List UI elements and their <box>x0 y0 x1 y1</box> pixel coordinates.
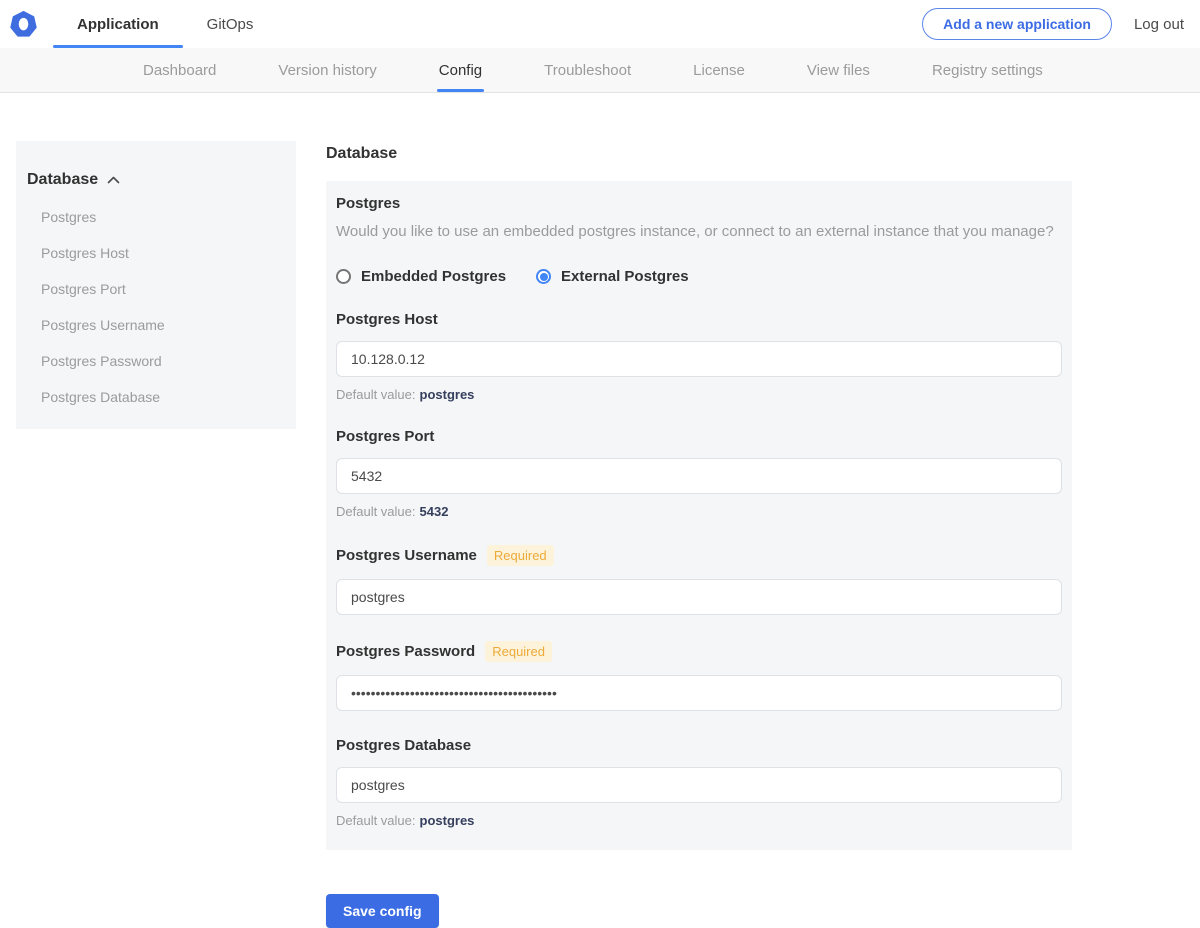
config-group-title: Postgres <box>336 195 401 212</box>
chevron-up-icon <box>107 176 120 184</box>
postgres-port-default: Default value: 5432 <box>336 504 1062 519</box>
field-postgres-host: Postgres Host Default value:postgres <box>336 311 1062 402</box>
default-value: postgres <box>419 813 475 829</box>
field-postgres-port: Postgres Port Default value:5432 <box>336 428 1062 519</box>
sidebar-group-database[interactable]: Database <box>26 171 286 189</box>
radio-external-postgres[interactable]: External Postgres <box>536 268 689 285</box>
postgres-port-input[interactable] <box>336 458 1062 495</box>
subnav-license[interactable]: License <box>693 48 745 92</box>
subnav-dashboard[interactable]: Dashboard <box>143 48 216 92</box>
radio-external-postgres-circle[interactable] <box>536 269 552 285</box>
save-config-button[interactable]: Save config <box>326 894 439 928</box>
postgres-database-input[interactable] <box>336 767 1062 804</box>
subnav-version-history[interactable]: Version history <box>278 48 376 92</box>
field-postgres-database-label: Postgres Database <box>336 737 472 755</box>
config-main: Database Postgres Would you like to use … <box>326 141 1072 928</box>
default-label: Default value: <box>336 387 416 403</box>
sidebar-group-label: Database <box>27 171 99 188</box>
field-postgres-port-label: Postgres Port <box>336 428 435 446</box>
sidebar-item-postgres-database[interactable]: Postgres Database <box>26 389 286 405</box>
config-group-help: Would you like to use an embedded postgr… <box>336 223 1054 240</box>
radio-embedded-postgres[interactable]: Embedded Postgres <box>336 268 506 285</box>
config-page: Database Postgres Postgres Host Postgres… <box>0 93 1200 928</box>
page-title: Database <box>326 145 398 162</box>
required-badge: Required <box>485 641 552 663</box>
default-label: Default value: <box>336 504 416 520</box>
postgres-host-input[interactable] <box>336 341 1062 378</box>
default-value: 5432 <box>419 504 449 520</box>
postgres-host-default: Default value: postgres <box>336 387 1062 402</box>
subnav-config[interactable]: Config <box>436 48 485 92</box>
field-postgres-port-label-row: Postgres Port <box>336 428 1062 445</box>
field-postgres-username-label-row: Postgres Username Required <box>336 545 1062 567</box>
top-tabs: Application GitOps <box>53 0 277 48</box>
required-badge: Required <box>486 545 554 567</box>
default-value: postgres <box>419 387 475 403</box>
field-postgres-password-label: Postgres Password <box>336 643 476 661</box>
postgres-mode-radio-group: Embedded Postgres External Postgres <box>336 268 1062 285</box>
logout-link[interactable]: Log out <box>1134 16 1184 33</box>
field-postgres-username: Postgres Username Required <box>336 545 1062 616</box>
kots-logo-icon <box>10 10 37 37</box>
radio-external-postgres-label: External Postgres <box>561 268 689 286</box>
tab-application-label: Application <box>77 15 159 33</box>
tab-application[interactable]: Application <box>53 0 183 48</box>
tab-gitops[interactable]: GitOps <box>183 0 278 48</box>
field-postgres-host-label-row: Postgres Host <box>336 311 1062 328</box>
field-postgres-host-label: Postgres Host <box>336 311 438 329</box>
postgres-password-input[interactable] <box>336 675 1062 712</box>
subnav-troubleshoot[interactable]: Troubleshoot <box>544 48 631 92</box>
subnav-registry-settings[interactable]: Registry settings <box>932 48 1043 92</box>
config-group-panel: Postgres Would you like to use an embedd… <box>326 181 1072 851</box>
postgres-database-default: Default value: postgres <box>336 813 1062 828</box>
add-application-button[interactable]: Add a new application <box>922 8 1112 40</box>
top-bar: Application GitOps Add a new application… <box>0 0 1200 48</box>
sidebar-item-postgres-password[interactable]: Postgres Password <box>26 353 286 369</box>
tab-gitops-label: GitOps <box>206 15 254 33</box>
topbar-right: Add a new application Log out <box>922 0 1184 48</box>
default-label: Default value: <box>336 813 416 829</box>
subnav-view-files[interactable]: View files <box>807 48 870 92</box>
app-subnav: Dashboard Version history Config Trouble… <box>0 48 1200 93</box>
sidebar-item-postgres-username[interactable]: Postgres Username <box>26 317 286 333</box>
field-postgres-password: Postgres Password Required <box>336 641 1062 712</box>
app-logo[interactable] <box>10 0 37 48</box>
config-sidebar: Database Postgres Postgres Host Postgres… <box>16 141 296 429</box>
field-postgres-database: Postgres Database Default value:postgres <box>336 737 1062 828</box>
postgres-username-input[interactable] <box>336 579 1062 616</box>
sidebar-item-postgres-port[interactable]: Postgres Port <box>26 281 286 297</box>
field-postgres-password-label-row: Postgres Password Required <box>336 641 1062 663</box>
sidebar-item-postgres[interactable]: Postgres <box>26 209 286 225</box>
sidebar-item-postgres-host[interactable]: Postgres Host <box>26 245 286 261</box>
field-postgres-database-label-row: Postgres Database <box>336 737 1062 754</box>
field-postgres-username-label: Postgres Username <box>336 547 477 565</box>
radio-embedded-postgres-label: Embedded Postgres <box>361 268 507 286</box>
radio-embedded-postgres-circle[interactable] <box>336 269 351 285</box>
